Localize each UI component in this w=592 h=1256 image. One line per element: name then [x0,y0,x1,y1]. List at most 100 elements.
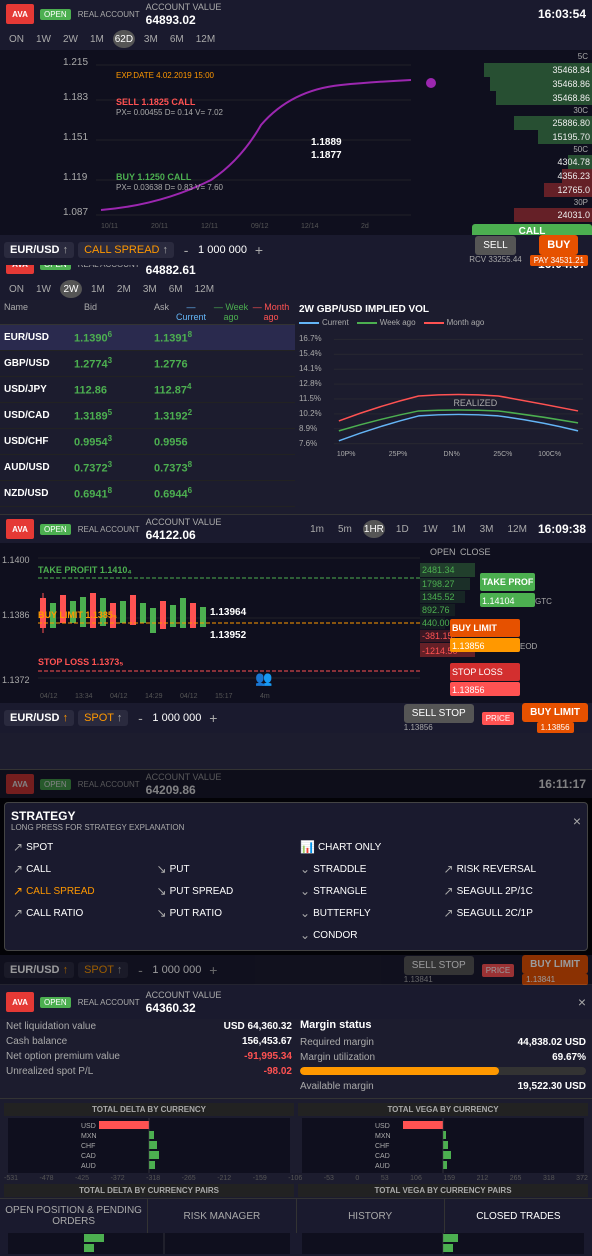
sell-button-1[interactable]: SELL [475,236,515,255]
mw-row-usdcad[interactable]: USD/CAD 1.31895 1.31922 [0,403,295,429]
tf-1w-2[interactable]: 1W [33,283,54,296]
strategy-close-button[interactable]: × [573,813,581,829]
strategy-selector-1[interactable]: CALL SPREAD ↑ [78,242,174,258]
svg-text:MXN: MXN [375,1133,391,1140]
nav-closed-trades[interactable]: CLOSED TRADES [445,1199,592,1233]
strat-call-spread[interactable]: ↗ CALL SPREAD [11,882,151,900]
qty-decrease-1[interactable]: - [178,242,194,258]
time-display-3: 16:09:38 [538,522,586,536]
mw-row-gbpusd[interactable]: GBP/USD 1.27743 1.2776 [0,351,295,377]
tf-2w-2[interactable]: 2W [60,280,82,298]
svg-text:👥: 👥 [255,670,272,687]
margin-utilization-row: Margin utilization 69.67% [300,1050,586,1065]
tf-12m-1[interactable]: 12M [193,33,218,46]
buy-button-1[interactable]: BUY [539,235,578,255]
strat-put-ratio[interactable]: ↘ PUT RATIO [155,904,295,922]
tf-on-1[interactable]: ON [6,33,27,46]
tf-6m-2[interactable]: 6M [166,283,186,296]
call-buy-btn[interactable]: CALL [472,224,592,235]
strategy-modal-header: STRATEGY LONG PRESS FOR STRATEGY EXPLANA… [11,809,581,832]
qty-decrease-3[interactable]: - [132,710,148,726]
svg-text:AUD: AUD [375,1163,390,1170]
mw-row-eurusd[interactable]: EUR/USD 1.13906 1.13918 [0,325,295,351]
pair-selector-1[interactable]: EUR/USD ↑ [4,242,74,258]
tf-62d-1[interactable]: 62D [113,30,135,48]
legend-week: Week ago [357,318,416,327]
ob-row: 35468.84 [472,63,592,77]
svg-text:OPEN: OPEN [430,547,456,557]
strat-butterfly[interactable]: ⌄ BUTTERFLY [298,904,438,922]
qty-increase-3[interactable]: + [205,710,221,726]
tf-2w-1[interactable]: 2W [60,33,81,46]
sell-stop-section: SELL STOP 1.13856 [404,704,474,732]
mw-row-nzdusd[interactable]: NZD/USD 0.69418 0.69446 [0,481,295,507]
vega-currency-section: TOTAL VEGA BY CURRENCY USD MXN CHF CAD [298,1103,588,1175]
ob-row: 35468.86 [472,91,592,105]
strat-seagull-2c1p[interactable]: ↗ SEAGULL 2C/1P [442,904,582,922]
buy-limit-price: 1.13856 [537,722,574,733]
strat-risk-reversal[interactable]: ↗ RISK REVERSAL [442,860,582,878]
svg-text:TAKE PROF: TAKE PROF [482,577,534,587]
timeframe-bar-1: ON 1W 2W 1M 62D 3M 6M 12M [0,28,592,50]
delta-x-axis: -531-478-425-372-318-265-212-159-106-530… [0,1175,592,1182]
svg-text:GTC: GTC [535,597,552,606]
tf-2m-2[interactable]: 2M [114,283,134,296]
strategy-subtitle: LONG PRESS FOR STRATEGY EXPLANATION [11,823,184,832]
margin-fill [300,1067,499,1075]
strat-condor[interactable]: ⌄ CONDOR [298,926,438,944]
svg-text:04/12: 04/12 [180,693,198,700]
strategy-panel: STRATEGY LONG PRESS FOR STRATEGY EXPLANA… [4,802,588,951]
sell-stop-button[interactable]: SELL STOP [404,704,474,723]
svg-text:13:34: 13:34 [75,693,93,700]
strat-empty-4 [155,926,295,944]
strat-spot[interactable]: ↗ SPOT [11,838,151,856]
strat-call-ratio[interactable]: ↗ CALL RATIO [11,904,151,922]
tf-3m-2[interactable]: 3M [140,283,160,296]
sell-stop-4: SELL STOP 1.13841 [404,956,474,984]
strat-chart-only[interactable]: 📊 CHART ONLY [298,838,438,856]
strategy-main-title: STRATEGY [11,809,184,823]
nav-history[interactable]: HISTORY [297,1199,445,1233]
chart-bottom-bar-3: EUR/USD ↑ SPOT ↑ - 1 000 000 + SELL STOP… [0,703,592,733]
svg-text:DN%: DN% [444,451,460,458]
unrealized-row: Unrealized spot P/L -98.02 [6,1064,292,1079]
nav-open-positions[interactable]: OPEN POSITION & PENDING ORDERS [0,1199,148,1233]
svg-text:14.1%: 14.1% [299,364,322,373]
strat-call[interactable]: ↗ CALL [11,860,151,878]
tf-12m-2[interactable]: 12M [192,283,217,296]
strategy-selector-3[interactable]: SPOT ↑ [78,710,128,726]
qty-increase-1[interactable]: + [251,242,267,258]
quantity-control-3: - 1 000 000 + [132,710,221,726]
nav-risk-manager[interactable]: RISK MANAGER [148,1199,296,1233]
vega-currency-chart: USD MXN CHF CAD AUD [302,1118,584,1173]
tf-1m-2[interactable]: 1M [88,283,108,296]
panel5-close-button[interactable]: × [578,994,586,1010]
mw-row-usdchf[interactable]: USD/CHF 0.99543 0.9956 [0,429,295,455]
ob-row: 15195.70 [472,130,592,144]
tf-1w-1[interactable]: 1W [33,33,54,46]
mw-row-usdjpy[interactable]: USD/JPY 112.86 112.874 [0,377,295,403]
svg-text:CHF: CHF [375,1143,389,1150]
tf-6m-1[interactable]: 6M [167,33,187,46]
strat-put-spread[interactable]: ↘ PUT SPREAD [155,882,295,900]
panel-strategy-selector: AVA OPEN REAL ACCOUNT ACCOUNT VALUE 6420… [0,770,592,985]
svg-text:1.13952: 1.13952 [210,630,247,641]
svg-text:1345.52: 1345.52 [422,592,455,602]
ob-row: 35468.86 [472,77,592,91]
strat-put[interactable]: ↘ PUT [155,860,295,878]
legend-month: Month ago [424,318,485,327]
net-option-row: Net option premium value -91,995.34 [6,1049,292,1064]
pair-selector-3[interactable]: EUR/USD ↑ [4,710,74,726]
strat-seagull-2p1c[interactable]: ↗ SEAGULL 2P/1C [442,882,582,900]
tf-1m-1[interactable]: 1M [87,33,107,46]
strat-strangle[interactable]: ⌄ STRANGLE [298,882,438,900]
buy-limit-button[interactable]: BUY LIMIT [522,703,588,722]
price-table: Name Bid Ask — Current — Week ago — Mont… [0,300,295,507]
tf-3m-1[interactable]: 3M [141,33,161,46]
svg-text:1.13856: 1.13856 [452,685,485,695]
mw-row-audusd[interactable]: AUD/USD 0.73723 0.73738 [0,455,295,481]
ob-row: 4304.78 [472,155,592,169]
tf-on-2[interactable]: ON [6,283,27,296]
strat-straddle[interactable]: ⌄ STRADDLE [298,860,438,878]
svg-text:PX= 0.00455 D= 0.14 V= 7.02: PX= 0.00455 D= 0.14 V= 7.02 [116,108,224,117]
